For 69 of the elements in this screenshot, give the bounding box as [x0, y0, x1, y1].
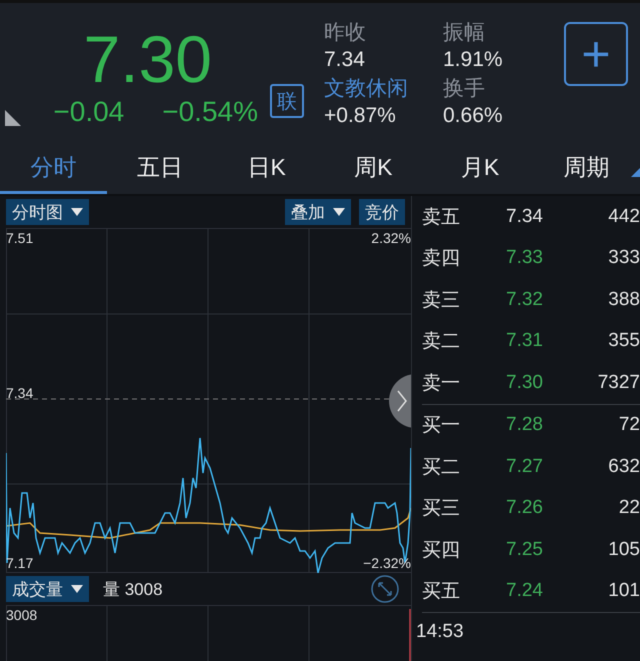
indicator-dropdown[interactable]: 成交量 — [6, 576, 89, 602]
order-volume: 22 — [618, 497, 640, 520]
stat-value: 1.91% — [443, 46, 504, 73]
add-button[interactable]: + — [564, 22, 628, 86]
axis-label: 2.32% — [371, 230, 411, 246]
order-level-label: 买一 — [422, 414, 461, 438]
order-price: 7.24 — [506, 580, 544, 602]
chart-tab[interactable]: 五日 — [106, 144, 214, 194]
chart-tab[interactable]: 周K — [320, 144, 427, 194]
order-price: 7.34 — [506, 206, 544, 228]
order-level-label: 卖三 — [422, 288, 461, 313]
axis-label: −2.32% — [363, 555, 411, 571]
order-level-label: 卖一 — [422, 372, 461, 396]
order-price: 7.31 — [506, 330, 544, 352]
axis-label: 7.17 — [6, 555, 34, 571]
order-volume: 442 — [607, 206, 640, 228]
price-change-percent: −0.54% — [162, 96, 258, 128]
order-price: 7.32 — [506, 288, 544, 311]
caret-icon — [333, 208, 345, 216]
chevron-right-icon — [397, 390, 407, 412]
stat-value: 0.66% — [443, 102, 504, 129]
order-level-label: 买四 — [422, 538, 461, 563]
link-button[interactable]: 联 — [270, 84, 304, 118]
order-level-label: 卖四 — [422, 247, 461, 272]
order-level-label: 买二 — [422, 456, 461, 480]
auction-button[interactable]: 竞价 — [359, 199, 405, 225]
corner-triangle-icon — [5, 110, 21, 126]
trade-time: 14:53 — [415, 620, 465, 643]
chart-tab[interactable]: 日K — [213, 144, 320, 194]
volume-reading: 量 3008 — [103, 578, 163, 600]
caret-icon — [71, 208, 83, 216]
order-price: 7.33 — [506, 247, 544, 270]
caret-icon — [71, 585, 83, 593]
axis-label: 7.51 — [6, 230, 34, 246]
order-level-label: 卖二 — [422, 330, 461, 354]
stat-label: 振幅 — [443, 20, 486, 46]
chart-mode-dropdown[interactable]: 分时图 — [6, 199, 89, 225]
order-level-label: 买五 — [422, 580, 461, 604]
order-price: 7.27 — [506, 456, 544, 478]
chart-tab[interactable]: 周期 — [533, 144, 640, 194]
order-price: 7.25 — [506, 538, 544, 561]
order-volume: 101 — [607, 580, 640, 602]
axis-label: 3008 — [6, 607, 38, 623]
order-volume: 7327 — [596, 372, 640, 394]
axis-label: 7.34 — [6, 385, 34, 401]
stat-value: 7.34 — [324, 46, 366, 73]
time-marker-line — [409, 609, 411, 661]
order-level-label: 卖五 — [422, 206, 461, 230]
chart-tab[interactable]: 分时 — [0, 144, 107, 194]
stat-value: +0.87% — [324, 102, 397, 129]
order-volume: 355 — [607, 330, 640, 352]
sector-link[interactable]: 文教休闲 — [324, 74, 443, 102]
stat-label: 换手 — [443, 76, 486, 102]
order-volume: 388 — [607, 288, 640, 311]
fullscreen-icon[interactable] — [371, 575, 399, 603]
order-volume: 72 — [618, 414, 640, 436]
corner-triangle-icon — [631, 168, 640, 177]
chart-tab[interactable]: 月K — [426, 144, 534, 194]
order-level-label: 买三 — [422, 497, 461, 522]
order-price: 7.28 — [506, 414, 544, 436]
overlay-dropdown[interactable]: 叠加 — [285, 199, 351, 225]
current-price: 7.30 — [84, 26, 212, 92]
order-price: 7.30 — [506, 372, 544, 394]
order-volume: 333 — [607, 247, 640, 270]
stat-label: 昨收 — [324, 20, 367, 46]
order-volume: 632 — [607, 456, 640, 478]
order-volume: 105 — [607, 538, 640, 561]
order-price: 7.26 — [506, 497, 544, 520]
price-change: −0.04 — [53, 96, 124, 128]
